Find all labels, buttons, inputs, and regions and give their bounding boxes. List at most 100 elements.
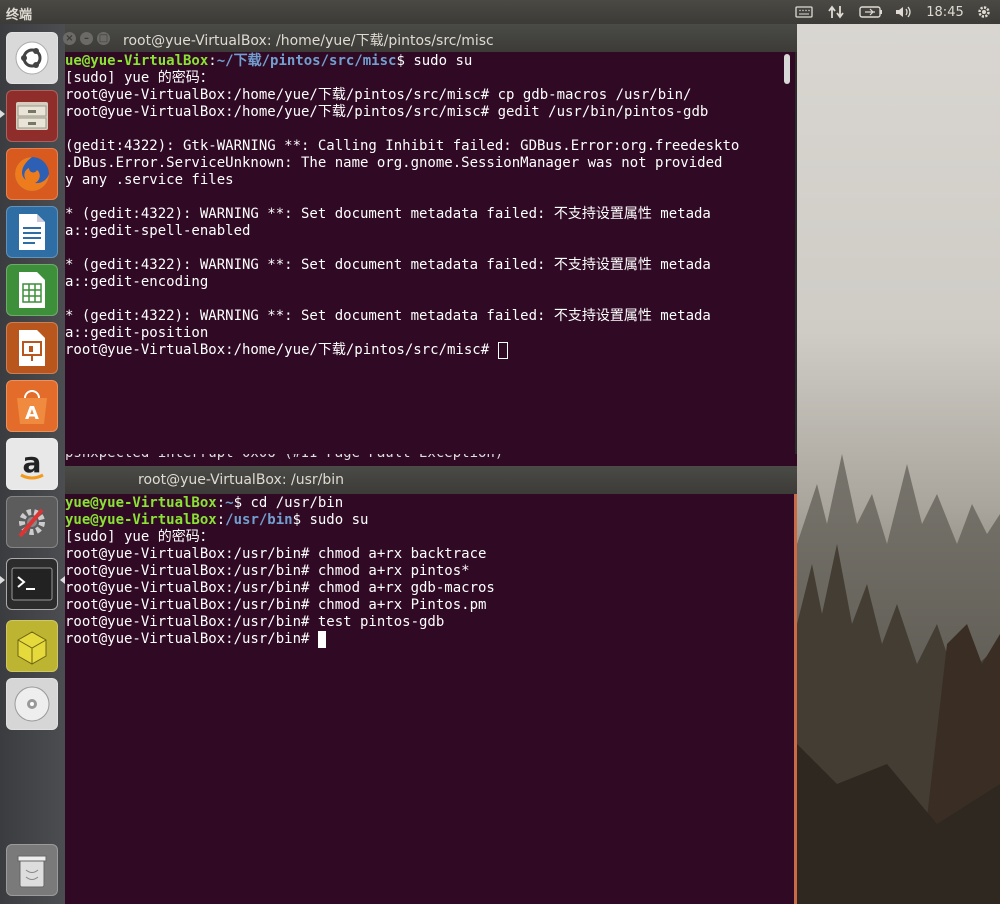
terminal-line: a::gedit-position (65, 325, 781, 342)
terminal-line: root@yue-VirtualBox:/usr/bin# chmod a+rx… (65, 546, 794, 563)
terminal-line: a::gedit-encoding (65, 274, 781, 291)
prompt-prompt-user: yue@yue-VirtualBox (65, 512, 217, 528)
line-text: root@yue-VirtualBox:/usr/bin# chmod a+rx… (65, 597, 487, 613)
titlebar[interactable]: root@yue-VirtualBox: /usr/bin (65, 466, 797, 494)
top-panel: 终端 18:45 (0, 0, 1000, 24)
titlebar[interactable]: × – □ root@yue-VirtualBox: /home/yue/下载/… (63, 24, 797, 52)
terminal-line: root@yue-VirtualBox:/usr/bin# chmod a+rx… (65, 597, 794, 614)
line-text: .DBus.Error.ServiceUnknown: The name org… (65, 155, 723, 171)
prompt-prompt-end: $ (396, 53, 414, 69)
line-text: root@yue-VirtualBox:/usr/bin# chmod a+rx… (65, 580, 495, 596)
line-text: a::gedit-encoding (65, 274, 209, 290)
terminal-line: root@yue-VirtualBox:/home/yue/下载/pintos/… (65, 342, 781, 359)
svg-text:a: a (23, 446, 42, 479)
line-text: * (gedit:4322): WARNING **: Set document… (65, 308, 711, 324)
terminal-line: y any .service files (65, 172, 781, 189)
clock[interactable]: 18:45 (924, 3, 966, 21)
prompt-cmd: sudo su (309, 512, 369, 528)
libreoffice-writer-launcher-icon[interactable] (6, 206, 58, 258)
prompt-prompt-end: $ (292, 512, 310, 528)
libreoffice-calc-launcher-icon[interactable] (6, 264, 58, 316)
software-center-launcher-icon[interactable]: A (6, 380, 58, 432)
prompt-prompt-sep: : (216, 512, 226, 528)
ubuntu-dash-button[interactable] (6, 32, 58, 84)
terminal-output[interactable]: ue@yue-VirtualBox:~/下载/pintos/src/misc$ … (65, 52, 781, 463)
prompt-cmd: cd /usr/bin (250, 495, 344, 511)
terminal-line: * (gedit:4322): WARNING **: Set document… (65, 308, 781, 325)
dvd-drive-launcher-icon[interactable] (6, 678, 58, 730)
line-text: root@yue-VirtualBox:/home/yue/下载/pintos/… (65, 87, 692, 103)
terminal-line: root@yue-VirtualBox:/usr/bin# chmod a+rx… (65, 563, 794, 580)
battery-icon[interactable] (858, 3, 884, 21)
active-app-title: 终端 (6, 8, 33, 23)
prompt-prompt-sep: : (208, 53, 217, 69)
line-text: root@yue-VirtualBox:/home/yue/下载/pintos/… (65, 342, 498, 358)
svg-text:A: A (25, 403, 39, 424)
prompt-prompt-path: /usr/bin (225, 512, 293, 528)
terminal-line: [sudo] yue 的密码： (65, 529, 794, 546)
terminal-line: a::gedit-spell-enabled (65, 223, 781, 240)
scroll-thumb[interactable] (784, 54, 790, 84)
text-cursor (497, 342, 508, 359)
system-settings-launcher-icon[interactable] (6, 496, 58, 548)
line-text: [sudo] yue 的密码： (65, 529, 214, 545)
peek-line: pshxpected interrupt 0x06 (#II Fage Faul… (65, 454, 797, 462)
prompt-prompt-end: $ (233, 495, 251, 511)
line-text: * (gedit:4322): WARNING **: Set document… (65, 257, 711, 273)
window-title: root@yue-VirtualBox: /usr/bin (138, 472, 345, 488)
line-text: root@yue-VirtualBox:/usr/bin# chmod a+rx… (65, 546, 487, 562)
terminal-line: root@yue-VirtualBox:/home/yue/下载/pintos/… (65, 87, 781, 104)
network-arrows-icon[interactable] (826, 3, 846, 21)
archive-manager-launcher-icon[interactable] (6, 620, 58, 672)
volume-icon[interactable] (893, 3, 915, 21)
line-text: root@yue-VirtualBox:/usr/bin# chmod a+rx… (65, 563, 470, 579)
prompt-prompt-path: ~/下载/pintos/src/misc (216, 53, 397, 69)
terminal-line: root@yue-VirtualBox:/home/yue/下载/pintos/… (65, 104, 781, 121)
minimize-button[interactable]: – (80, 32, 93, 45)
line-text: root@yue-VirtualBox:/usr/bin# (65, 631, 318, 647)
terminal-line: yue@yue-VirtualBox:~$ cd /usr/bin (65, 495, 794, 512)
line-text: (gedit:4322): Gtk-WARNING **: Calling In… (65, 138, 740, 154)
prompt-prompt-user: ue@yue-VirtualBox (65, 53, 209, 69)
scrollbar[interactable] (781, 52, 795, 462)
terminal-line: .DBus.Error.ServiceUnknown: The name org… (65, 155, 781, 172)
terminal-line: * (gedit:4322): WARNING **: Set document… (65, 206, 781, 223)
files-launcher-icon[interactable] (6, 90, 58, 142)
amazon-launcher-icon[interactable]: a (6, 438, 58, 490)
terminal-launcher-icon[interactable] (6, 558, 58, 610)
prompt-prompt-user: yue@yue-VirtualBox (65, 495, 217, 511)
maximize-button[interactable]: □ (97, 32, 110, 45)
terminal-line: root@yue-VirtualBox:/usr/bin# test pinto… (65, 614, 794, 631)
gear-icon[interactable] (974, 3, 994, 21)
terminal-line: (gedit:4322): Gtk-WARNING **: Calling In… (65, 138, 781, 155)
terminal-window-misc[interactable]: × – □ root@yue-VirtualBox: /home/yue/下载/… (63, 24, 797, 463)
launcher: A a (0, 24, 65, 904)
terminal-output[interactable]: yue@yue-VirtualBox:~$ cd /usr/bin yue@yue… (65, 494, 797, 904)
terminal-line: ue@yue-VirtualBox:~/下载/pintos/src/misc$ … (65, 53, 781, 70)
libreoffice-impress-launcher-icon[interactable] (6, 322, 58, 374)
line-text: root@yue-VirtualBox:/home/yue/下载/pintos/… (65, 104, 709, 120)
line-text: a::gedit-spell-enabled (65, 223, 251, 239)
terminal-line: root@yue-VirtualBox:/usr/bin# chmod a+rx… (65, 580, 794, 597)
prompt-prompt-path: ~ (225, 495, 234, 511)
background-window-sliver: pshxpected interrupt 0x06 (#II Fage Faul… (65, 454, 797, 466)
terminal-line: root@yue-VirtualBox:/usr/bin# (65, 631, 794, 648)
terminal-line: * (gedit:4322): WARNING **: Set document… (65, 257, 781, 274)
line-text: a::gedit-position (65, 325, 209, 341)
line-text: * (gedit:4322): WARNING **: Set document… (65, 206, 711, 222)
text-cursor (317, 631, 326, 648)
trash-launcher-icon[interactable] (6, 844, 58, 896)
desktop-wallpaper (797, 24, 1000, 904)
terminal-line: [sudo] yue 的密码： (65, 70, 781, 87)
close-button[interactable]: × (63, 32, 76, 45)
keyboard-icon[interactable] (793, 3, 815, 21)
line-text: [sudo] yue 的密码： (65, 70, 214, 86)
terminal-window-usr-bin[interactable]: root@yue-VirtualBox: /usr/bin yue@yue-Vi… (65, 466, 797, 904)
prompt-cmd: sudo su (413, 53, 473, 69)
line-text: root@yue-VirtualBox:/usr/bin# test pinto… (65, 614, 445, 630)
firefox-launcher-icon[interactable] (6, 148, 58, 200)
line-text: y any .service files (65, 172, 234, 188)
